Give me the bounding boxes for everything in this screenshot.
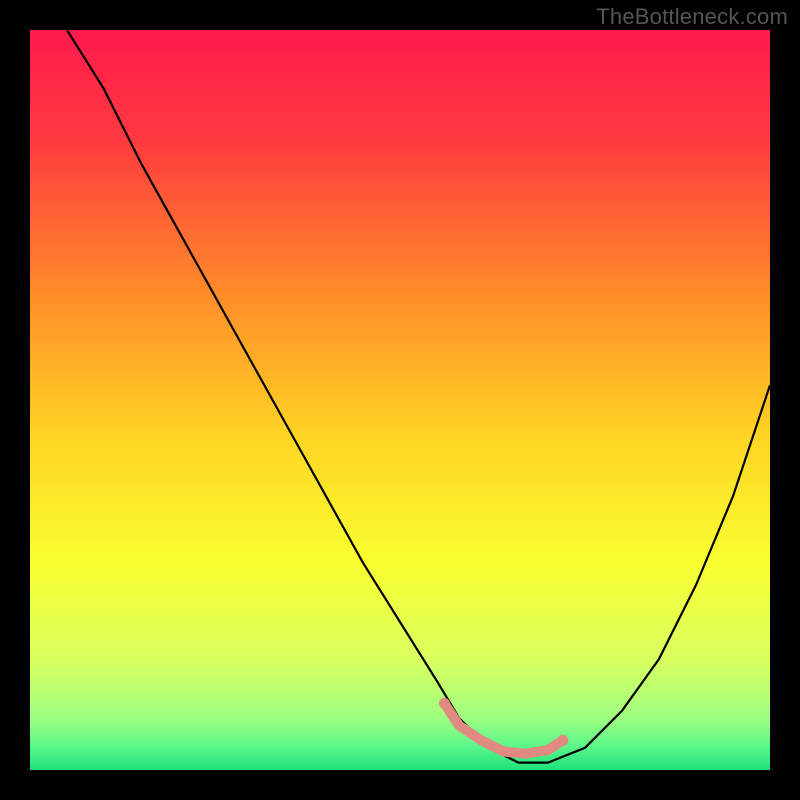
watermark-text: TheBottleneck.com xyxy=(596,4,788,30)
chart-frame: TheBottleneck.com xyxy=(0,0,800,800)
bottleneck-chart xyxy=(0,0,800,800)
highlight-endpoint-dot xyxy=(557,735,568,746)
highlight-endpoint-dot xyxy=(439,698,450,709)
